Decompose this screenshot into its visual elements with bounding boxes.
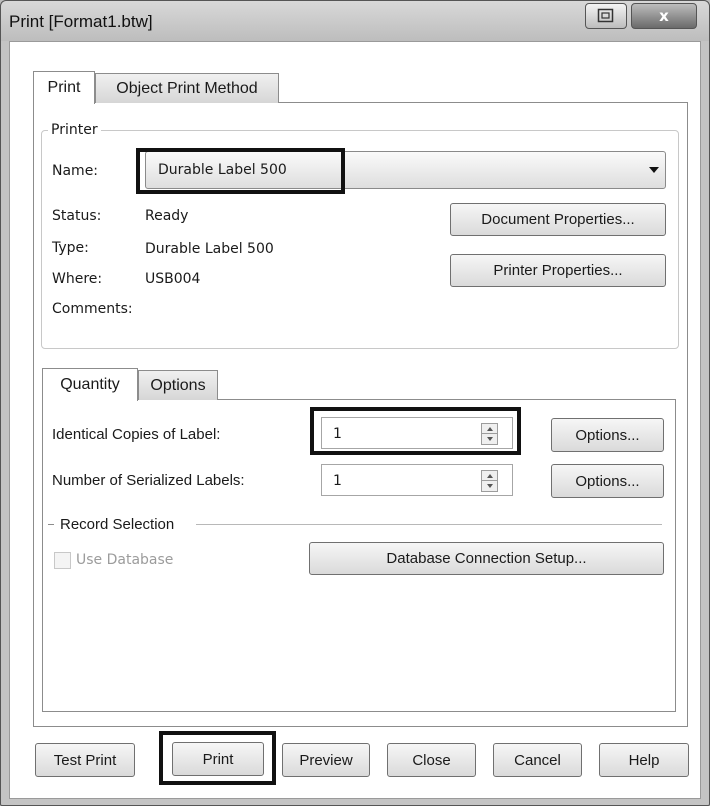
identical-copies-highlight-box bbox=[310, 407, 521, 455]
chevron-down-icon[interactable] bbox=[649, 167, 659, 173]
spin-up-icon[interactable] bbox=[482, 471, 497, 481]
identical-copies-label: Identical Copies of Label: bbox=[52, 426, 221, 443]
restore-button[interactable] bbox=[585, 3, 627, 29]
tab-object-print-method[interactable]: Object Print Method bbox=[95, 73, 279, 103]
type-value: Durable Label 500 bbox=[145, 241, 274, 257]
where-value: USB004 bbox=[145, 271, 201, 287]
help-button[interactable]: Help bbox=[599, 743, 689, 777]
window-title: Print [Format1.btw] bbox=[9, 12, 153, 31]
serialized-labels-label: Number of Serialized Labels: bbox=[52, 472, 245, 489]
comments-label: Comments: bbox=[52, 301, 133, 317]
database-connection-setup-button[interactable]: Database Connection Setup... bbox=[309, 542, 664, 575]
identical-copies-options-button[interactable]: Options... bbox=[551, 418, 664, 452]
status-value: Ready bbox=[145, 208, 189, 224]
printer-group-legend: Printer bbox=[48, 122, 101, 138]
serialized-labels-spin-buttons bbox=[481, 470, 498, 492]
close-dialog-button[interactable]: Close bbox=[387, 743, 476, 777]
document-properties-button[interactable]: Document Properties... bbox=[450, 203, 666, 236]
close-icon: x bbox=[659, 7, 669, 25]
close-button[interactable]: x bbox=[631, 3, 697, 29]
printer-name-highlight-box bbox=[136, 148, 345, 194]
where-label: Where: bbox=[52, 271, 103, 287]
tab-options[interactable]: Options bbox=[138, 370, 218, 400]
status-label: Status: bbox=[52, 208, 102, 224]
record-selection-divider-left bbox=[48, 524, 54, 525]
title-bar[interactable]: Print [Format1.btw] x bbox=[1, 1, 709, 41]
tab-quantity[interactable]: Quantity bbox=[42, 368, 138, 401]
print-button-highlight-box bbox=[159, 731, 276, 785]
restore-icon bbox=[597, 8, 614, 23]
cancel-button[interactable]: Cancel bbox=[493, 743, 582, 777]
use-database-label: Use Database bbox=[76, 552, 174, 568]
type-label: Type: bbox=[52, 240, 89, 256]
name-label: Name: bbox=[52, 163, 99, 179]
use-database-checkbox[interactable] bbox=[54, 552, 71, 569]
serialized-labels-options-button[interactable]: Options... bbox=[551, 464, 664, 498]
record-selection-legend: Record Selection bbox=[60, 516, 175, 533]
preview-button[interactable]: Preview bbox=[282, 743, 370, 777]
test-print-button[interactable]: Test Print bbox=[35, 743, 135, 777]
tab-print[interactable]: Print bbox=[33, 71, 95, 104]
serialized-labels-stepper[interactable]: 1 bbox=[321, 464, 513, 496]
record-selection-divider bbox=[196, 524, 662, 525]
printer-properties-button[interactable]: Printer Properties... bbox=[450, 254, 666, 287]
serialized-labels-value: 1 bbox=[333, 473, 342, 489]
spin-down-icon[interactable] bbox=[482, 481, 497, 491]
